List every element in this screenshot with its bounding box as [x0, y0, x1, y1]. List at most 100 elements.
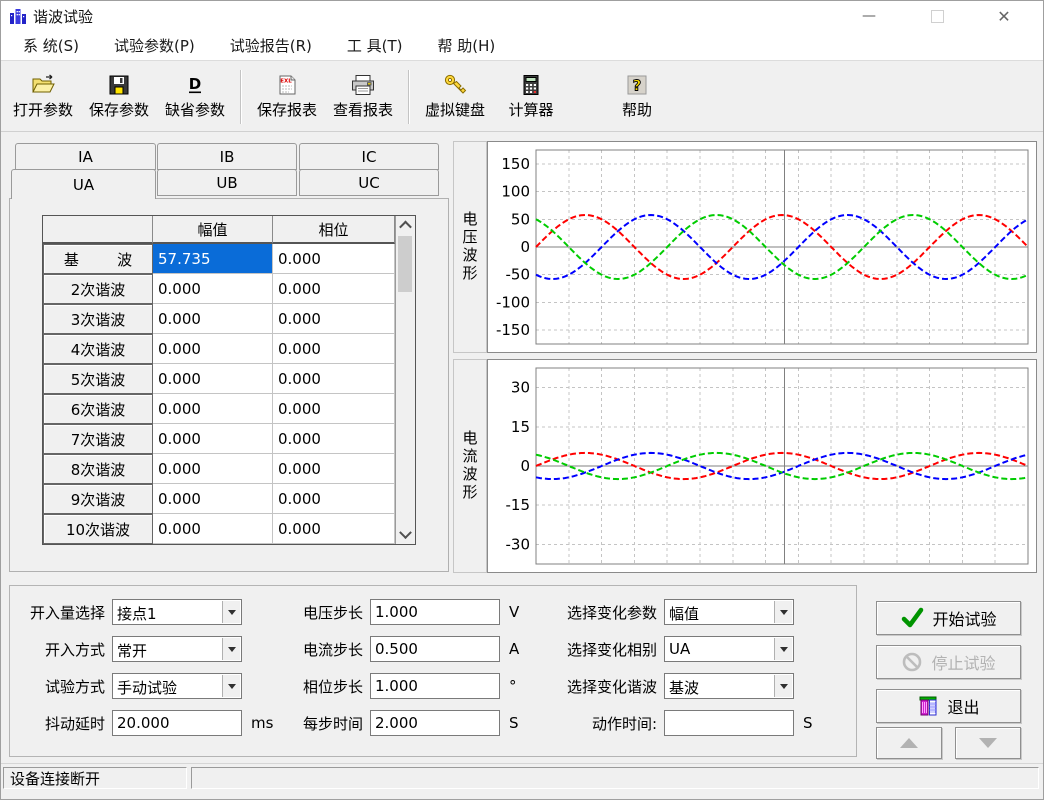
input-mode-select[interactable]: 常开: [112, 636, 242, 662]
cell-amplitude-2[interactable]: 0.000: [153, 304, 273, 334]
svg-text:0: 0: [520, 238, 530, 256]
scroll-up-button[interactable]: [396, 216, 415, 234]
step-down-button[interactable]: [955, 727, 1021, 759]
cell-phase-4[interactable]: 0.000: [273, 364, 395, 394]
row-header-5[interactable]: 6次谐波: [43, 394, 153, 424]
menu-item-0[interactable]: 系 统(S): [23, 35, 79, 56]
current-step-input[interactable]: [370, 636, 500, 662]
tab-uc[interactable]: UC: [299, 169, 439, 196]
status-cell-secondary: [191, 767, 1039, 789]
table-header-amplitude: 幅值: [153, 216, 273, 244]
menu-item-4[interactable]: 帮 助(H): [438, 35, 496, 56]
floppy-icon: [107, 67, 131, 97]
svg-text:0: 0: [520, 457, 530, 475]
control-row-voltage-step: 电压步长V: [299, 599, 519, 625]
toolbar-button-save-params[interactable]: 保存参数: [81, 67, 157, 127]
row-header-8[interactable]: 9次谐波: [43, 484, 153, 514]
row-header-4[interactable]: 5次谐波: [43, 364, 153, 394]
row-header-7[interactable]: 8次谐波: [43, 454, 153, 484]
cell-phase-1[interactable]: 0.000: [273, 274, 395, 304]
toolbar-label: 缺省参数: [165, 99, 225, 120]
vary-phase-select[interactable]: UA: [664, 636, 794, 662]
input-channel-select[interactable]: 接点1: [112, 599, 242, 625]
table-scrollbar[interactable]: [395, 216, 415, 544]
toolbar-button-virtual-keyboard[interactable]: 虚拟键盘: [417, 67, 493, 127]
start-test-button-label: 开始试验: [932, 606, 996, 630]
step-time-input[interactable]: [370, 710, 500, 736]
tab-ic[interactable]: IC: [299, 143, 439, 170]
exit-door-icon: [917, 694, 939, 718]
debounce-delay-unit: ms: [251, 714, 273, 732]
cell-amplitude-1[interactable]: 0.000: [153, 274, 273, 304]
scrollbar-thumb[interactable]: [398, 236, 412, 292]
chevron-down-icon[interactable]: [222, 601, 240, 623]
chevron-down-icon[interactable]: [222, 675, 240, 697]
exit-button[interactable]: 退出: [876, 689, 1021, 723]
row-header-6[interactable]: 7次谐波: [43, 424, 153, 454]
cell-amplitude-8[interactable]: 0.000: [153, 484, 273, 514]
tab-ib[interactable]: IB: [157, 143, 297, 170]
chevron-down-icon[interactable]: [774, 638, 792, 660]
input-mode-label: 开入方式: [21, 639, 105, 660]
toolbar-label: 打开参数: [13, 99, 73, 120]
cell-amplitude-4[interactable]: 0.000: [153, 364, 273, 394]
vary-parameter-select[interactable]: 幅值: [664, 599, 794, 625]
vary-phase-value: UA: [669, 640, 690, 658]
cell-phase-3[interactable]: 0.000: [273, 334, 395, 364]
tab-ua[interactable]: UA: [11, 169, 156, 199]
cell-phase-8[interactable]: 0.000: [273, 484, 395, 514]
debounce-delay-input[interactable]: [112, 710, 242, 736]
row-header-3[interactable]: 4次谐波: [43, 334, 153, 364]
row-header-9[interactable]: 10次谐波: [43, 514, 153, 544]
cell-amplitude-5[interactable]: 0.000: [153, 394, 273, 424]
down-arrow-icon: [977, 736, 999, 750]
check-icon: [900, 607, 924, 629]
toolbar-button-calculator[interactable]: 计算器: [493, 67, 569, 127]
menu-item-2[interactable]: 试验报告(R): [230, 35, 312, 56]
dropdown-arrow-icon: [228, 684, 236, 689]
cell-phase-5[interactable]: 0.000: [273, 394, 395, 424]
voltage-step-input[interactable]: [370, 599, 500, 625]
menu-item-3[interactable]: 工 具(T): [347, 35, 403, 56]
cell-amplitude-6[interactable]: 0.000: [153, 424, 273, 454]
toolbar-button-save-report[interactable]: EXL保存报表: [249, 67, 325, 127]
chevron-down-icon[interactable]: [774, 601, 792, 623]
toolbar-button-open-params[interactable]: 打开参数: [5, 67, 81, 127]
phase-step-input[interactable]: [370, 673, 500, 699]
close-button[interactable]: ✕: [981, 1, 1027, 31]
toolbar-button-view-report[interactable]: 查看报表: [325, 67, 401, 127]
toolbar-button-help[interactable]: ?帮助: [599, 67, 675, 127]
row-header-1[interactable]: 2次谐波: [43, 274, 153, 304]
step-up-button[interactable]: [876, 727, 942, 759]
cell-phase-6[interactable]: 0.000: [273, 424, 395, 454]
test-mode-select[interactable]: 手动试验: [112, 673, 242, 699]
minimize-button[interactable]: —: [846, 1, 892, 31]
cell-phase-0[interactable]: 0.000: [273, 244, 395, 274]
cell-phase-7[interactable]: 0.000: [273, 454, 395, 484]
folder-open-icon: [30, 67, 56, 97]
cell-amplitude-3[interactable]: 0.000: [153, 334, 273, 364]
row-header-0[interactable]: 基 波: [43, 244, 153, 274]
tab-ia[interactable]: IA: [15, 143, 156, 170]
menu-item-1[interactable]: 试验参数(P): [114, 35, 195, 56]
voltage-chart-title: 电压波形: [460, 211, 481, 283]
chevron-down-icon[interactable]: [222, 638, 240, 660]
row-header-2[interactable]: 3次谐波: [43, 304, 153, 334]
cell-amplitude-9[interactable]: 0.000: [153, 514, 273, 544]
cell-phase-2[interactable]: 0.000: [273, 304, 395, 334]
cell-phase-9[interactable]: 0.000: [273, 514, 395, 544]
action-time-input[interactable]: [664, 710, 794, 736]
chevron-down-icon[interactable]: [774, 675, 792, 697]
vary-harmonic-select[interactable]: 基波: [664, 673, 794, 699]
tab-ub[interactable]: UB: [157, 169, 297, 196]
scroll-down-button[interactable]: [396, 526, 415, 544]
maximize-button[interactable]: [914, 1, 960, 31]
control-row-step-time: 每步时间S: [299, 710, 519, 736]
toolbar-button-default-params[interactable]: D缺省参数: [157, 67, 233, 127]
cell-amplitude-7[interactable]: 0.000: [153, 454, 273, 484]
status-text: 设备连接断开: [10, 768, 100, 789]
cell-amplitude-0[interactable]: 57.735: [153, 244, 273, 274]
excel-doc-icon: EXL: [275, 67, 299, 97]
start-test-button[interactable]: 开始试验: [876, 601, 1021, 635]
control-row-current-step: 电流步长A: [299, 636, 519, 662]
